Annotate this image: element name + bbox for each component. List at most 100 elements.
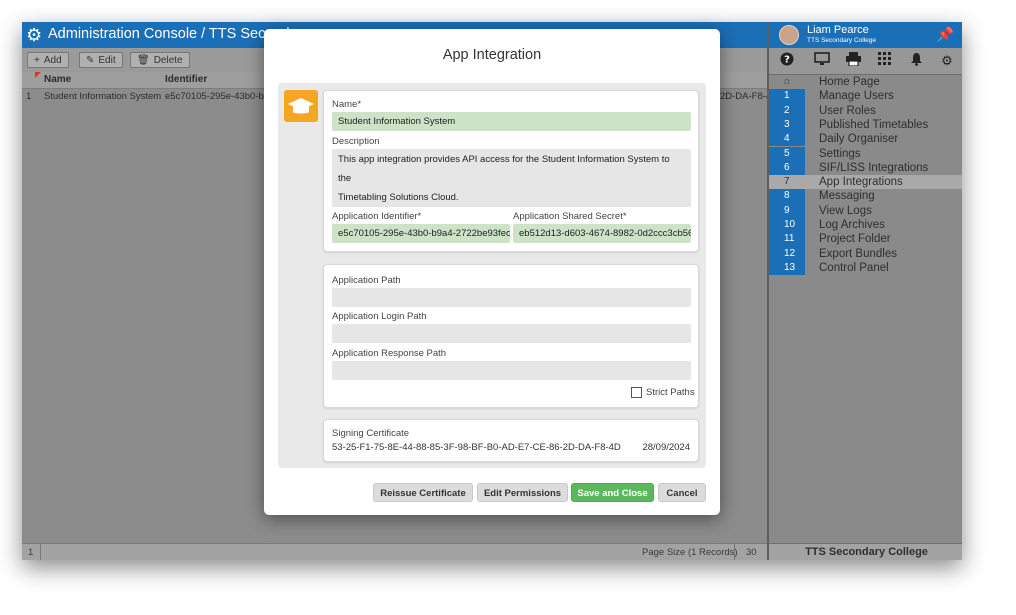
cancel-button[interactable]: Cancel [658,483,706,502]
sidebar-item[interactable]: 9 View Logs [769,203,962,218]
dialog-title: App Integration [442,47,542,63]
sidebar-item-number: 1 [769,89,805,104]
graduation-cap-icon [284,90,318,122]
name-field[interactable]: Student Information System [332,112,691,131]
sidebar-item-number: 13 [769,260,805,276]
signing-cert-date: 28/09/2024 [642,442,690,453]
sidebar-item-number: 12 [769,246,805,261]
sidebar-item[interactable]: 12 Export Bundles [769,246,962,261]
pencil-icon: ✎ [86,55,95,66]
sidebar-item-label: Project Folder [819,233,891,246]
delete-label: Delete [153,55,183,66]
sidebar-item[interactable]: 2 User Roles [769,103,962,118]
help-icon[interactable]: ? [778,52,796,70]
response-path-field[interactable] [332,361,691,380]
sidebar-item[interactable]: 8 Messaging [769,189,962,204]
signing-cert-label: Signing Certificate [332,428,410,439]
sidebar-item[interactable]: ⌂ Home Page [769,75,962,89]
dialog-body: Name* Student Information System Descrip… [278,83,706,468]
add-button[interactable]: + Add [27,52,69,68]
sidebar-item-label: Home Page [819,76,880,88]
sidebar-item-label: Control Panel [819,261,889,274]
plus-icon: + [34,55,40,66]
sidebar-item[interactable]: 5 Settings [769,146,962,161]
response-path-label: Application Response Path [332,348,447,359]
sidebar-item-number: 7 [769,175,813,190]
sidebar-item-label: Settings [819,147,861,160]
app-id-label: Application Identifier* [332,211,422,222]
settings-gear-icon[interactable]: ⚙ [938,52,956,70]
sidebar-item-number: 3 [769,117,805,133]
description-line-1: This app integration provides API access… [338,154,670,184]
delete-button[interactable]: 🗑 Delete [130,52,190,68]
sidebar-item[interactable]: 3 Published Timetables [769,117,962,133]
sidebar-item-number: 5 [769,146,805,161]
user-school: TTS Secondary College [807,37,877,44]
edit-permissions-button[interactable]: Edit Permissions [477,483,568,502]
sidebar-item-label: Log Archives [819,219,885,231]
gear-icon: ⚙ [26,25,43,45]
row-number: 1 [26,91,32,102]
paths-card: Application Path Application Login Path … [323,264,699,408]
monitor-icon[interactable] [813,52,831,70]
sidebar-item-number: 8 [769,189,805,204]
sidebar-item-number: 10 [769,218,805,233]
identity-card: Name* Student Information System Descrip… [323,90,699,252]
sidebar-item-number: 11 [769,232,805,247]
right-panel: Liam Pearce TTS Secondary College 📌 ? ⚙ … [767,22,962,560]
sidebar-item[interactable]: 10 Log Archives [769,218,962,233]
sidebar-item-label: Messaging [819,190,875,203]
page-size-label: Page Size (1 Records) [642,547,738,558]
name-label: Name* [332,99,362,110]
path-label: Application Path [332,275,401,286]
save-and-close-button[interactable]: Save and Close [571,483,654,502]
description-field[interactable]: This app integration provides API access… [332,149,691,207]
avatar[interactable] [779,25,799,45]
page-size-value[interactable]: 30 [746,547,757,558]
row-name: Student Information System [44,91,162,102]
path-field[interactable] [332,288,691,307]
print-icon[interactable] [844,52,862,70]
certificate-card: Signing Certificate 53-25-F1-75-8E-44-88… [323,419,699,462]
row-identifier: e5c70105-295e-43b0-b9 [165,91,270,102]
pin-icon[interactable]: 📌 [937,26,954,43]
sidebar-item-number: 2 [769,103,805,118]
bell-icon[interactable] [907,52,925,70]
footer-school: TTS Secondary College [769,543,962,560]
app-id-field[interactable]: e5c70105-295e-43b0-b9a4-2722be93fec2 [332,224,510,243]
sidebar-item-label: SIF/LISS Integrations [819,161,929,174]
sidebar-item-label: Published Timetables [819,118,929,131]
app-secret-label: Application Shared Secret* [513,211,627,222]
edit-button[interactable]: ✎ Edit [79,52,123,68]
description-line-2: Timetabling Solutions Cloud. [338,192,459,203]
sidebar-item-label: Daily Organiser [819,133,899,146]
sidebar-item[interactable]: 1 Manage Users [769,89,962,104]
sidebar-item[interactable]: 6 SIF/LISS Integrations [769,160,962,176]
home-icon: ⌂ [784,76,791,87]
sidebar-item[interactable]: 7 App Integrations [769,175,962,190]
sidebar-item-label: Manage Users [819,90,894,103]
strict-paths-checkbox[interactable] [631,387,642,398]
strict-paths-label: Strict Paths [646,387,695,398]
login-path-label: Application Login Path [332,311,427,322]
sidebar-item-number: 6 [769,160,805,176]
sidebar-item[interactable]: 11 Project Folder [769,232,962,247]
page-number[interactable]: 1 [28,547,33,558]
column-header-name[interactable]: Name [44,74,71,85]
apps-grid-icon[interactable] [876,52,894,70]
sidebar-item-label: Export Bundles [819,247,897,260]
sidebar-item-label: View Logs [819,204,872,217]
sidebar-item-label: User Roles [819,104,876,117]
description-label: Description [332,136,380,147]
sidebar-item[interactable]: 4 Daily Organiser [769,132,962,147]
reissue-certificate-button[interactable]: Reissue Certificate [373,483,473,502]
column-header-identifier[interactable]: Identifier [165,74,207,85]
user-bar: Liam Pearce TTS Secondary College 📌 [769,22,962,48]
sidebar-item[interactable]: 13 Control Panel [769,260,962,276]
app-secret-field[interactable]: eb512d13-d603-4674-8982-0d2ccc3cb56a [513,224,691,243]
sidebar-item-number: 4 [769,132,805,147]
login-path-field[interactable] [332,324,691,343]
sidebar-item-number: 9 [769,203,805,218]
trash-icon: 🗑 [137,55,150,66]
app-integration-dialog: App Integration Name* Student Informatio… [264,29,720,515]
